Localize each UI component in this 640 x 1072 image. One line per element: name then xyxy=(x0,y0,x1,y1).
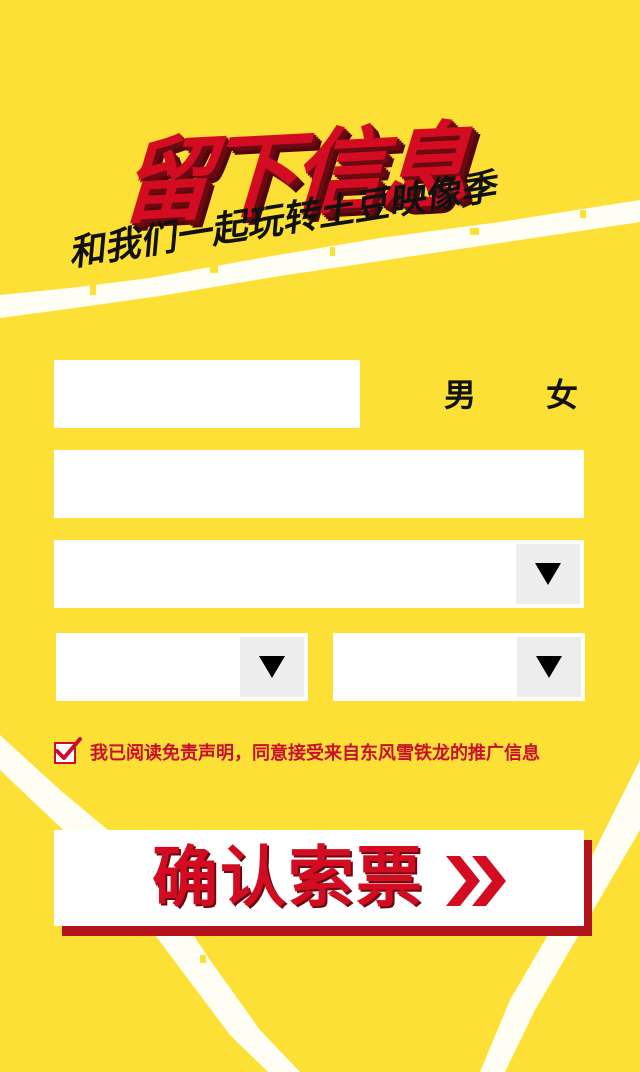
agreement-checkbox[interactable] xyxy=(54,737,82,764)
agreement-text[interactable]: 我已阅读免责声明，同意接受来自东风雪铁龙的推广信息 xyxy=(90,740,540,768)
submit-button-label: 确认索票 xyxy=(152,839,424,916)
dropdown-arrow-icon[interactable] xyxy=(240,637,304,697)
name-input[interactable] xyxy=(54,360,360,428)
dropdown-arrow-icon[interactable] xyxy=(517,637,581,697)
submit-button[interactable]: 确认索票 xyxy=(54,830,584,926)
gender-option-male[interactable]: 男 xyxy=(444,373,476,417)
double-chevron-icon xyxy=(446,856,506,906)
province-select[interactable] xyxy=(56,633,308,701)
city-select[interactable] xyxy=(333,633,585,701)
gender-option-female[interactable]: 女 xyxy=(546,373,578,417)
dropdown-arrow-icon[interactable] xyxy=(516,544,580,604)
phone-input[interactable] xyxy=(54,450,584,518)
model-select[interactable] xyxy=(54,540,584,608)
checkmark-icon xyxy=(55,737,82,760)
